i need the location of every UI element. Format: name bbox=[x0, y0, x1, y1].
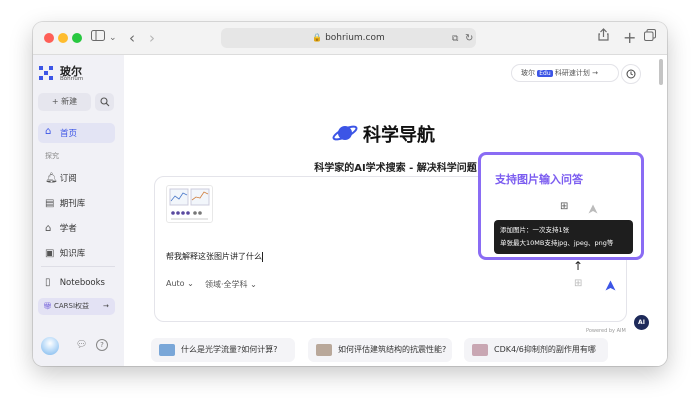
sidebar-item-home[interactable]: ⌂ 首页 bbox=[38, 123, 115, 143]
sidebar-divider bbox=[41, 266, 115, 267]
sidebar: 玻尔 Bohrium + 新建 ⌂ 首页 探究 🔔︎ 订阅 ▤ 期刊库 ⌂ 学者… bbox=[33, 55, 124, 366]
home-icon: ⌂ bbox=[45, 126, 52, 137]
lock-icon: 🔒 bbox=[312, 33, 323, 42]
address-bar[interactable]: 🔒 bohrium.com bbox=[221, 28, 476, 48]
sidebar-item-journals[interactable]: ▤ 期刊库 bbox=[45, 196, 85, 212]
knowledge-icon: ▣ bbox=[45, 248, 55, 259]
journal-icon: ▤ bbox=[45, 198, 55, 209]
forward-icon[interactable]: › bbox=[149, 28, 155, 48]
message-icon[interactable]: 💬︎ bbox=[76, 340, 87, 350]
zoom-window-button[interactable] bbox=[72, 33, 82, 43]
powered-by: Powered by AIM bbox=[586, 328, 626, 334]
send-icon[interactable] bbox=[605, 280, 616, 291]
sidebar-item-knowledge[interactable]: ▣ 知识库 bbox=[45, 246, 85, 262]
suggestion-thumbnail bbox=[472, 344, 488, 356]
notebook-icon: ▯ bbox=[45, 277, 51, 288]
clock-icon bbox=[626, 69, 636, 79]
sidebar-item-label: 订阅 bbox=[59, 174, 77, 184]
browser-toolbar: ⌄ ‹ › 🔒 bohrium.com ⧉ ↻ + bbox=[33, 22, 667, 55]
planet-logo-icon bbox=[332, 125, 358, 141]
new-button[interactable]: + 新建 bbox=[38, 93, 91, 111]
cars-benefits-button[interactable]: 🎁︎ CARSI权益 → bbox=[38, 298, 115, 315]
edu-plan-chip[interactable]: 玻尔 Edu 科研速计划 → bbox=[511, 64, 619, 82]
logo[interactable]: 玻尔 Bohrium bbox=[38, 63, 118, 85]
arrow-right-icon: → bbox=[103, 302, 109, 310]
scrollbar[interactable] bbox=[659, 59, 663, 85]
search-button[interactable] bbox=[95, 93, 114, 111]
scholar-cap-icon: ⌂ bbox=[45, 223, 52, 234]
gift-icon: 🎁︎ bbox=[43, 302, 52, 310]
avatar[interactable] bbox=[41, 337, 59, 355]
logo-subtitle: Bohrium bbox=[60, 76, 84, 82]
reload-icon[interactable]: ↻ bbox=[465, 29, 473, 49]
chevron-down-icon[interactable]: ⌄ bbox=[109, 28, 117, 48]
send-icon bbox=[588, 204, 598, 214]
add-image-icon: ⊞ bbox=[560, 201, 569, 212]
help-icon[interactable]: ? bbox=[96, 339, 108, 351]
url-text: bohrium.com bbox=[325, 33, 385, 43]
search-icon bbox=[100, 97, 110, 107]
history-button[interactable] bbox=[621, 64, 641, 84]
minimize-window-button[interactable] bbox=[58, 33, 68, 43]
sidebar-item-label: 知识库 bbox=[59, 249, 86, 259]
annotation-title: 支持图片输入问答 bbox=[495, 173, 583, 186]
attached-image-thumbnail[interactable] bbox=[166, 185, 213, 223]
close-window-button[interactable] bbox=[44, 33, 54, 43]
sidebar-item-label: Notebooks bbox=[59, 278, 105, 288]
sidebar-item-notebooks[interactable]: ▯ Notebooks bbox=[45, 275, 105, 291]
section-label: 探究 bbox=[45, 152, 59, 160]
back-icon[interactable]: ‹ bbox=[129, 28, 135, 48]
text-cursor bbox=[262, 251, 263, 262]
suggestion-thumbnail bbox=[159, 344, 175, 356]
suggestion-card[interactable]: 如何评估建筑结构的抗震性能? bbox=[308, 338, 452, 362]
chart-thumbnail-icon bbox=[169, 188, 210, 220]
tabs-overview-icon[interactable] bbox=[644, 28, 656, 48]
suggestion-thumbnail bbox=[316, 344, 332, 356]
mode-select[interactable]: Auto ⌄ bbox=[166, 279, 194, 288]
sidebar-item-label: 首页 bbox=[60, 129, 78, 139]
ai-assistant-button[interactable]: AI bbox=[634, 315, 649, 330]
domain-select[interactable]: 领域·全学科 ⌄ bbox=[205, 279, 257, 290]
sidebar-item-subscribe[interactable]: 🔔︎ 订阅 bbox=[45, 171, 77, 187]
suggestion-card[interactable]: 什么是光学流量?如何计算? bbox=[151, 338, 295, 362]
arrow-up-icon: ↑ bbox=[573, 259, 584, 273]
add-image-icon[interactable]: ⊞ bbox=[574, 278, 582, 289]
sidebar-item-label: 期刊库 bbox=[59, 199, 86, 209]
add-image-tooltip: 添加图片：一次支持1张 单张最大10MB支持jpg、jpeg、png等 bbox=[494, 220, 633, 254]
edu-badge: Edu bbox=[537, 70, 553, 77]
chevron-down-icon: ⌄ bbox=[187, 279, 194, 288]
share-icon[interactable] bbox=[598, 28, 609, 48]
bohrium-logo-icon bbox=[39, 66, 53, 80]
sidebar-item-scholars[interactable]: ⌂ 学者 bbox=[45, 221, 77, 237]
bell-icon: 🔔︎ bbox=[45, 173, 58, 184]
suggestion-card[interactable]: CDK4/6抑制剂的副作用有哪些? bbox=[464, 338, 608, 362]
chevron-down-icon: ⌄ bbox=[250, 280, 257, 289]
translate-icon[interactable]: ⧉ bbox=[452, 29, 458, 49]
new-tab-icon[interactable]: + bbox=[623, 28, 636, 48]
sidebar-item-label: 学者 bbox=[59, 224, 77, 234]
page-title: 科学导航 bbox=[363, 125, 435, 146]
sidebar-toggle-icon[interactable] bbox=[91, 28, 105, 48]
